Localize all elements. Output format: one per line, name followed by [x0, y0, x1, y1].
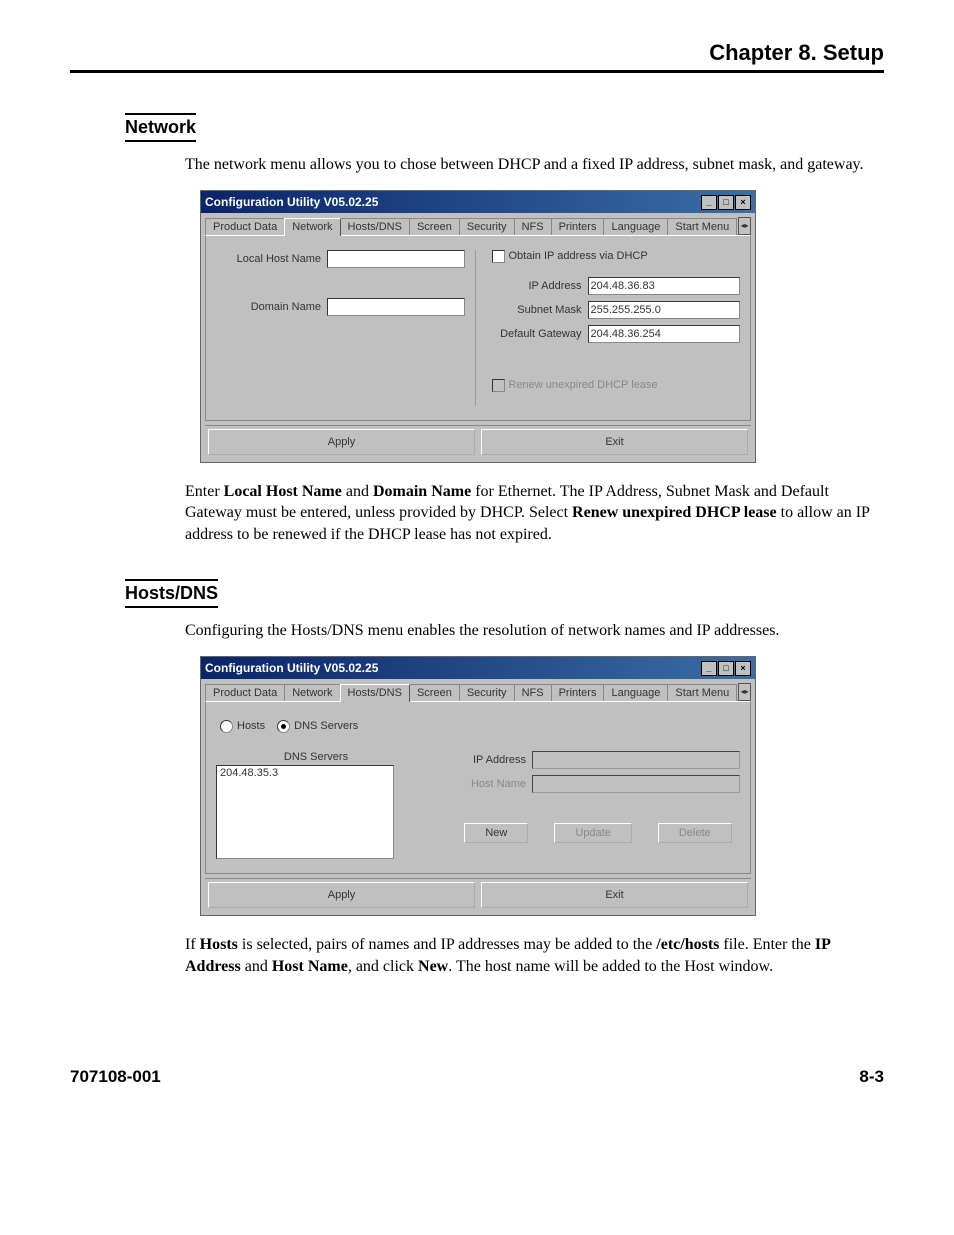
- ip-address-label-2: IP Address: [456, 754, 526, 766]
- section-title-network: Network: [125, 113, 196, 142]
- tab-security[interactable]: Security: [459, 218, 515, 235]
- close-icon[interactable]: ×: [735, 195, 751, 210]
- hosts-pane: Hosts DNS Servers DNS Servers 204.48.35.…: [205, 701, 751, 874]
- hosts-after-text: If Hosts is selected, pairs of names and…: [185, 934, 874, 977]
- screenshot-hosts-dns: Configuration Utility V05.02.25 _□× Prod…: [200, 656, 756, 916]
- dns-servers-radio[interactable]: DNS Servers: [277, 720, 358, 733]
- exit-button[interactable]: Exit: [481, 882, 748, 908]
- tab-scroll-icon[interactable]: ◂▸: [738, 683, 751, 701]
- maximize-icon[interactable]: □: [718, 195, 734, 210]
- tab-security[interactable]: Security: [459, 684, 515, 701]
- tab-nfs[interactable]: NFS: [514, 684, 552, 701]
- hosts-radio[interactable]: Hosts: [220, 720, 265, 733]
- tab-bar: Product Data Network Hosts/DNS Screen Se…: [201, 213, 755, 235]
- dns-servers-listbox[interactable]: 204.48.35.3: [216, 765, 394, 859]
- page-footer: 707108-001 8-3: [70, 1067, 884, 1087]
- ip-address-field[interactable]: 204.48.36.83: [588, 277, 741, 295]
- tab-scroll-icon[interactable]: ◂▸: [738, 217, 751, 235]
- host-name-field: [532, 775, 740, 793]
- delete-button: Delete: [658, 823, 732, 843]
- default-gateway-label: Default Gateway: [492, 328, 582, 340]
- tab-start-menu[interactable]: Start Menu: [667, 684, 737, 701]
- apply-button[interactable]: Apply: [208, 429, 475, 455]
- screenshot-network: Configuration Utility V05.02.25 _□× Prod…: [200, 190, 756, 463]
- ip-address-field-2[interactable]: [532, 751, 740, 769]
- tab-screen[interactable]: Screen: [409, 684, 460, 701]
- exit-button[interactable]: Exit: [481, 429, 748, 455]
- network-pane: Local Host Name Domain Name Obtain IP ad…: [205, 235, 751, 421]
- tab-language[interactable]: Language: [603, 684, 668, 701]
- network-after-text: Enter Local Host Name and Domain Name fo…: [185, 481, 874, 546]
- maximize-icon[interactable]: □: [718, 661, 734, 676]
- local-host-name-field[interactable]: [327, 250, 465, 268]
- tab-bar: Product Data Network Hosts/DNS Screen Se…: [201, 679, 755, 701]
- window-controls: _□×: [700, 660, 751, 676]
- hosts-radio-label: Hosts: [237, 720, 265, 732]
- window-controls: _□×: [700, 194, 751, 210]
- tab-product-data[interactable]: Product Data: [205, 218, 285, 235]
- domain-name-label: Domain Name: [216, 301, 321, 313]
- hosts-intro-text: Configuring the Hosts/DNS menu enables t…: [185, 620, 874, 642]
- host-name-label: Host Name: [456, 778, 526, 790]
- dhcp-checkbox-label: Obtain IP address via DHCP: [509, 250, 648, 262]
- local-host-name-label: Local Host Name: [216, 253, 321, 265]
- subnet-mask-label: Subnet Mask: [492, 304, 582, 316]
- tab-printers[interactable]: Printers: [551, 684, 605, 701]
- list-item[interactable]: 204.48.35.3: [220, 767, 390, 779]
- window-title: Configuration Utility V05.02.25: [205, 195, 378, 209]
- dhcp-checkbox[interactable]: [492, 250, 505, 263]
- chapter-header: Chapter 8. Setup: [70, 40, 884, 73]
- minimize-icon[interactable]: _: [701, 661, 717, 676]
- tab-language[interactable]: Language: [603, 218, 668, 235]
- page-number: 8-3: [859, 1067, 884, 1087]
- subnet-mask-field[interactable]: 255.255.255.0: [588, 301, 741, 319]
- new-button[interactable]: New: [464, 823, 528, 843]
- ip-address-label: IP Address: [492, 280, 582, 292]
- tab-product-data[interactable]: Product Data: [205, 684, 285, 701]
- titlebar: Configuration Utility V05.02.25 _□×: [201, 657, 755, 679]
- tab-screen[interactable]: Screen: [409, 218, 460, 235]
- apply-button[interactable]: Apply: [208, 882, 475, 908]
- titlebar: Configuration Utility V05.02.25 _□×: [201, 191, 755, 213]
- renew-lease-label: Renew unexpired DHCP lease: [509, 379, 658, 391]
- minimize-icon[interactable]: _: [701, 195, 717, 210]
- tab-hosts-dns[interactable]: Hosts/DNS: [340, 218, 410, 235]
- close-icon[interactable]: ×: [735, 661, 751, 676]
- update-button: Update: [554, 823, 631, 843]
- doc-number: 707108-001: [70, 1067, 161, 1087]
- tab-printers[interactable]: Printers: [551, 218, 605, 235]
- dns-servers-radio-label: DNS Servers: [294, 720, 358, 732]
- network-intro-text: The network menu allows you to chose bet…: [185, 154, 874, 176]
- tab-hosts-dns[interactable]: Hosts/DNS: [340, 684, 410, 702]
- tab-nfs[interactable]: NFS: [514, 218, 552, 235]
- tab-network[interactable]: Network: [284, 684, 340, 701]
- section-title-hosts-dns: Hosts/DNS: [125, 579, 218, 608]
- default-gateway-field[interactable]: 204.48.36.254: [588, 325, 741, 343]
- renew-lease-checkbox: [492, 379, 505, 392]
- dns-servers-listbox-label: DNS Servers: [216, 751, 416, 763]
- domain-name-field[interactable]: [327, 298, 465, 316]
- tab-network[interactable]: Network: [284, 218, 340, 236]
- tab-start-menu[interactable]: Start Menu: [667, 218, 737, 235]
- window-title: Configuration Utility V05.02.25: [205, 661, 378, 675]
